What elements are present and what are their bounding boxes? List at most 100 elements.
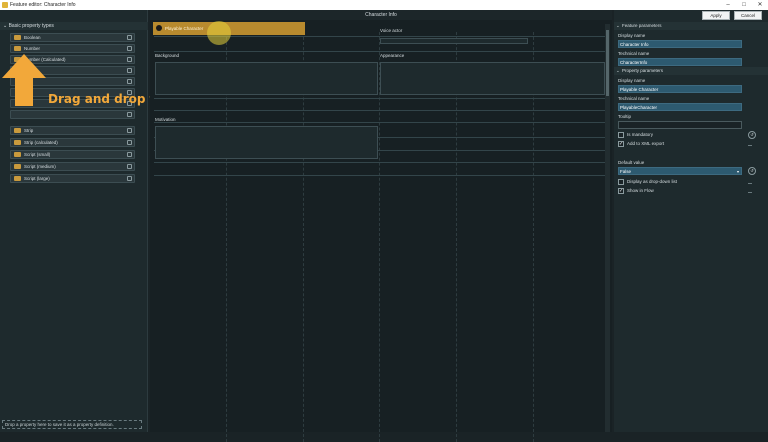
technical-name-input[interactable]: CharacterInfo bbox=[618, 58, 742, 66]
window-title: Feature editor: Character Info bbox=[10, 2, 76, 8]
grid-row-divider bbox=[154, 175, 606, 176]
basic-property-types-header[interactable]: ⌄ Basic property types bbox=[0, 22, 148, 30]
tile-settings-icon bbox=[127, 79, 132, 84]
display-name-input[interactable]: Character Info bbox=[618, 40, 742, 48]
reset-icon[interactable]: ↺ bbox=[748, 131, 756, 139]
appearance-field[interactable] bbox=[380, 62, 605, 95]
grid-row-divider bbox=[154, 122, 606, 123]
grid-row-divider bbox=[154, 98, 606, 99]
voice-actor-label: Voice actor bbox=[380, 28, 403, 33]
tile-script-large[interactable]: Script (large) bbox=[10, 174, 135, 183]
tile-settings-icon bbox=[127, 57, 132, 62]
selected-property-label: Playable Character bbox=[165, 26, 204, 31]
boolean-toggle-icon bbox=[156, 25, 162, 31]
tile-boolean[interactable]: Boolean bbox=[10, 33, 135, 42]
layout-scrollbar[interactable] bbox=[605, 24, 610, 432]
tile-settings-icon bbox=[127, 164, 132, 169]
tile-settings-icon bbox=[127, 112, 132, 117]
tile-settings-icon bbox=[127, 68, 132, 73]
layout-area[interactable]: Character Info Voice actor Background Ap… bbox=[150, 10, 612, 442]
tile-label: Script (small) bbox=[24, 152, 51, 157]
tile-settings-icon bbox=[127, 128, 132, 133]
close-button[interactable]: ✕ bbox=[752, 0, 768, 10]
cancel-button[interactable]: Cancel bbox=[734, 11, 762, 20]
tile-settings-icon bbox=[127, 35, 132, 40]
tile-settings-icon bbox=[127, 176, 132, 181]
tile-label: Script (medium) bbox=[24, 164, 56, 169]
technical-name-label: Technical name bbox=[618, 51, 650, 56]
layout-caption: Character Info bbox=[365, 12, 397, 18]
background-field[interactable] bbox=[155, 62, 378, 95]
parameters-panel: Apply Cancel ⌄ Feature parameters Displa… bbox=[614, 10, 768, 432]
motivation-field[interactable] bbox=[155, 126, 378, 159]
tile-label: Script (large) bbox=[24, 176, 50, 181]
tile-script-medium[interactable]: Script (medium) bbox=[10, 162, 135, 171]
layout-topbar: Character Info bbox=[150, 10, 612, 20]
feature-parameters-label: Feature parameters bbox=[622, 23, 662, 28]
property-type-icon bbox=[14, 46, 21, 51]
app-icon bbox=[2, 2, 8, 8]
window-titlebar: Feature editor: Character Info – □ ✕ bbox=[0, 0, 768, 10]
tile-label: Number bbox=[24, 46, 41, 51]
property-parameters-header[interactable]: ⌄ Property parameters bbox=[614, 67, 768, 75]
tile-script-small[interactable]: Script (small) bbox=[10, 150, 135, 159]
display-dropdown-checkbox[interactable] bbox=[618, 179, 624, 185]
tile-settings-icon bbox=[127, 46, 132, 51]
is-mandatory-checkbox[interactable] bbox=[618, 132, 624, 138]
display-name-label: Display name bbox=[618, 33, 646, 38]
tile-strip-calculated[interactable]: Strip (calculated) bbox=[10, 138, 135, 147]
tile-label: Boolean bbox=[24, 35, 41, 40]
property-type-icon bbox=[14, 176, 21, 181]
tooltip-input[interactable] bbox=[618, 121, 742, 129]
property-definition-dropzone[interactable]: Drop a property here to save it as a pro… bbox=[2, 420, 142, 429]
chevron-down-icon: ⌄ bbox=[3, 23, 8, 29]
prop-technical-name-input[interactable]: PlayableCharacter bbox=[618, 103, 742, 111]
background-label: Background bbox=[155, 53, 180, 58]
tile-settings-icon bbox=[127, 152, 132, 157]
grid-row-divider bbox=[154, 110, 606, 111]
apply-button[interactable]: Apply bbox=[702, 11, 730, 20]
chevron-down-icon: ⌄ bbox=[616, 68, 620, 73]
option-indicator bbox=[748, 183, 752, 184]
minimize-button[interactable]: – bbox=[720, 0, 736, 10]
voice-actor-field[interactable] bbox=[380, 38, 528, 44]
prop-display-name-input[interactable]: Playable Character bbox=[618, 85, 742, 93]
show-in-flow-checkbox[interactable]: ✓ bbox=[618, 188, 624, 194]
prop-technical-name-label: Technical name bbox=[618, 96, 650, 101]
chevron-down-icon: ▾ bbox=[736, 169, 739, 174]
grid-row-divider bbox=[154, 51, 606, 52]
cursor-highlight bbox=[207, 21, 231, 45]
grid-row-divider bbox=[154, 162, 606, 163]
is-mandatory-label: Is mandatory bbox=[627, 132, 654, 137]
drag-arrow-icon bbox=[2, 54, 46, 106]
display-dropdown-label: Display as drop-down list bbox=[627, 179, 678, 184]
default-value-text: False bbox=[620, 169, 632, 174]
basic-property-types-label: Basic property types bbox=[8, 23, 54, 29]
prop-display-name-label: Display name bbox=[618, 78, 646, 83]
property-type-icon bbox=[14, 128, 21, 133]
tile-label: Strip (calculated) bbox=[24, 140, 58, 145]
property-type-icon bbox=[14, 164, 21, 169]
tile-strip[interactable]: Strip bbox=[10, 126, 135, 135]
add-xml-export-checkbox[interactable]: ✓ bbox=[618, 141, 624, 147]
show-in-flow-label: Show in Flow bbox=[627, 188, 654, 193]
scrollbar-thumb[interactable] bbox=[606, 30, 609, 96]
maximize-button[interactable]: □ bbox=[736, 0, 752, 10]
motivation-label: Motivation bbox=[155, 117, 176, 122]
tile-label: Strip bbox=[24, 128, 34, 133]
tile-settings-icon bbox=[127, 140, 132, 145]
default-value-label: Default value bbox=[618, 160, 645, 165]
feature-parameters-header[interactable]: ⌄ Feature parameters bbox=[614, 22, 768, 30]
option-indicator bbox=[748, 145, 752, 146]
tile-hidden-5[interactable] bbox=[10, 110, 135, 119]
property-type-icon bbox=[14, 140, 21, 145]
property-type-icon bbox=[14, 152, 21, 157]
tooltip-label: Tooltip bbox=[618, 114, 632, 119]
option-indicator bbox=[748, 192, 752, 193]
add-xml-export-label: Add to XML export bbox=[627, 141, 665, 146]
chevron-down-icon: ⌄ bbox=[616, 23, 620, 28]
appearance-label: Appearance bbox=[380, 53, 405, 58]
property-parameters-label: Property parameters bbox=[622, 68, 664, 73]
reset-default-icon[interactable]: ↺ bbox=[748, 167, 756, 175]
default-value-select[interactable]: False ▾ bbox=[618, 167, 742, 175]
